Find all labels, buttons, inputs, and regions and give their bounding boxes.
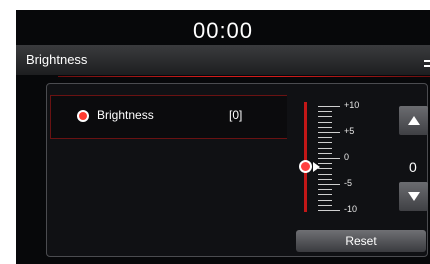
increase-button[interactable]	[399, 106, 428, 135]
head-unit-screen: 00:00 Brightness Brightness [0] +10 +5 0 -5…	[16, 10, 430, 264]
scale-tick	[318, 147, 332, 149]
scale-label: -10	[344, 204, 358, 214]
title-bar: Brightness	[16, 45, 430, 75]
accent-divider	[58, 76, 430, 77]
scale-tick	[318, 163, 332, 165]
scale-tick	[318, 184, 340, 185]
page-title: Brightness	[26, 52, 88, 67]
scale-tick	[318, 106, 340, 107]
slider-scale: +10 +5 0 -5 -10	[318, 100, 368, 218]
scale-label: +5	[344, 126, 355, 136]
scale-tick	[318, 178, 332, 180]
setting-label: Brightness	[97, 108, 154, 122]
decrease-button[interactable]	[399, 182, 428, 211]
scale-label: 0	[344, 152, 350, 162]
radio-dot-icon	[79, 112, 87, 120]
scale-tick	[318, 199, 332, 201]
scale-tick	[318, 126, 332, 128]
scale-tick	[318, 142, 332, 144]
scale-label: +10	[344, 100, 360, 110]
scale-tick	[318, 210, 340, 211]
scale-tick	[318, 137, 332, 139]
scale-tick	[318, 168, 332, 170]
back-icon[interactable]	[424, 59, 430, 69]
scale-tick	[318, 132, 340, 133]
scale-tick	[318, 111, 332, 113]
settings-panel: Brightness [0] +10 +5 0 -5 -10 0 Reset	[46, 83, 428, 257]
scale-tick	[318, 116, 332, 118]
brightness-slider-thumb[interactable]	[299, 160, 312, 173]
clock: 00:00	[192, 18, 254, 43]
reset-button[interactable]: Reset	[296, 230, 426, 252]
scale-tick	[318, 173, 332, 175]
scale-tick	[318, 158, 340, 159]
scale-tick	[318, 152, 332, 154]
brightness-slider-track[interactable]	[304, 102, 307, 212]
brightness-setting-row[interactable]: Brightness [0]	[50, 95, 287, 139]
scale-tick	[318, 204, 332, 206]
setting-value: [0]	[229, 108, 243, 122]
scale-tick	[318, 189, 332, 191]
scale-tick	[318, 194, 332, 196]
brightness-value: 0	[409, 159, 417, 175]
scale-label: -5	[344, 178, 353, 188]
scale-tick	[318, 121, 332, 123]
